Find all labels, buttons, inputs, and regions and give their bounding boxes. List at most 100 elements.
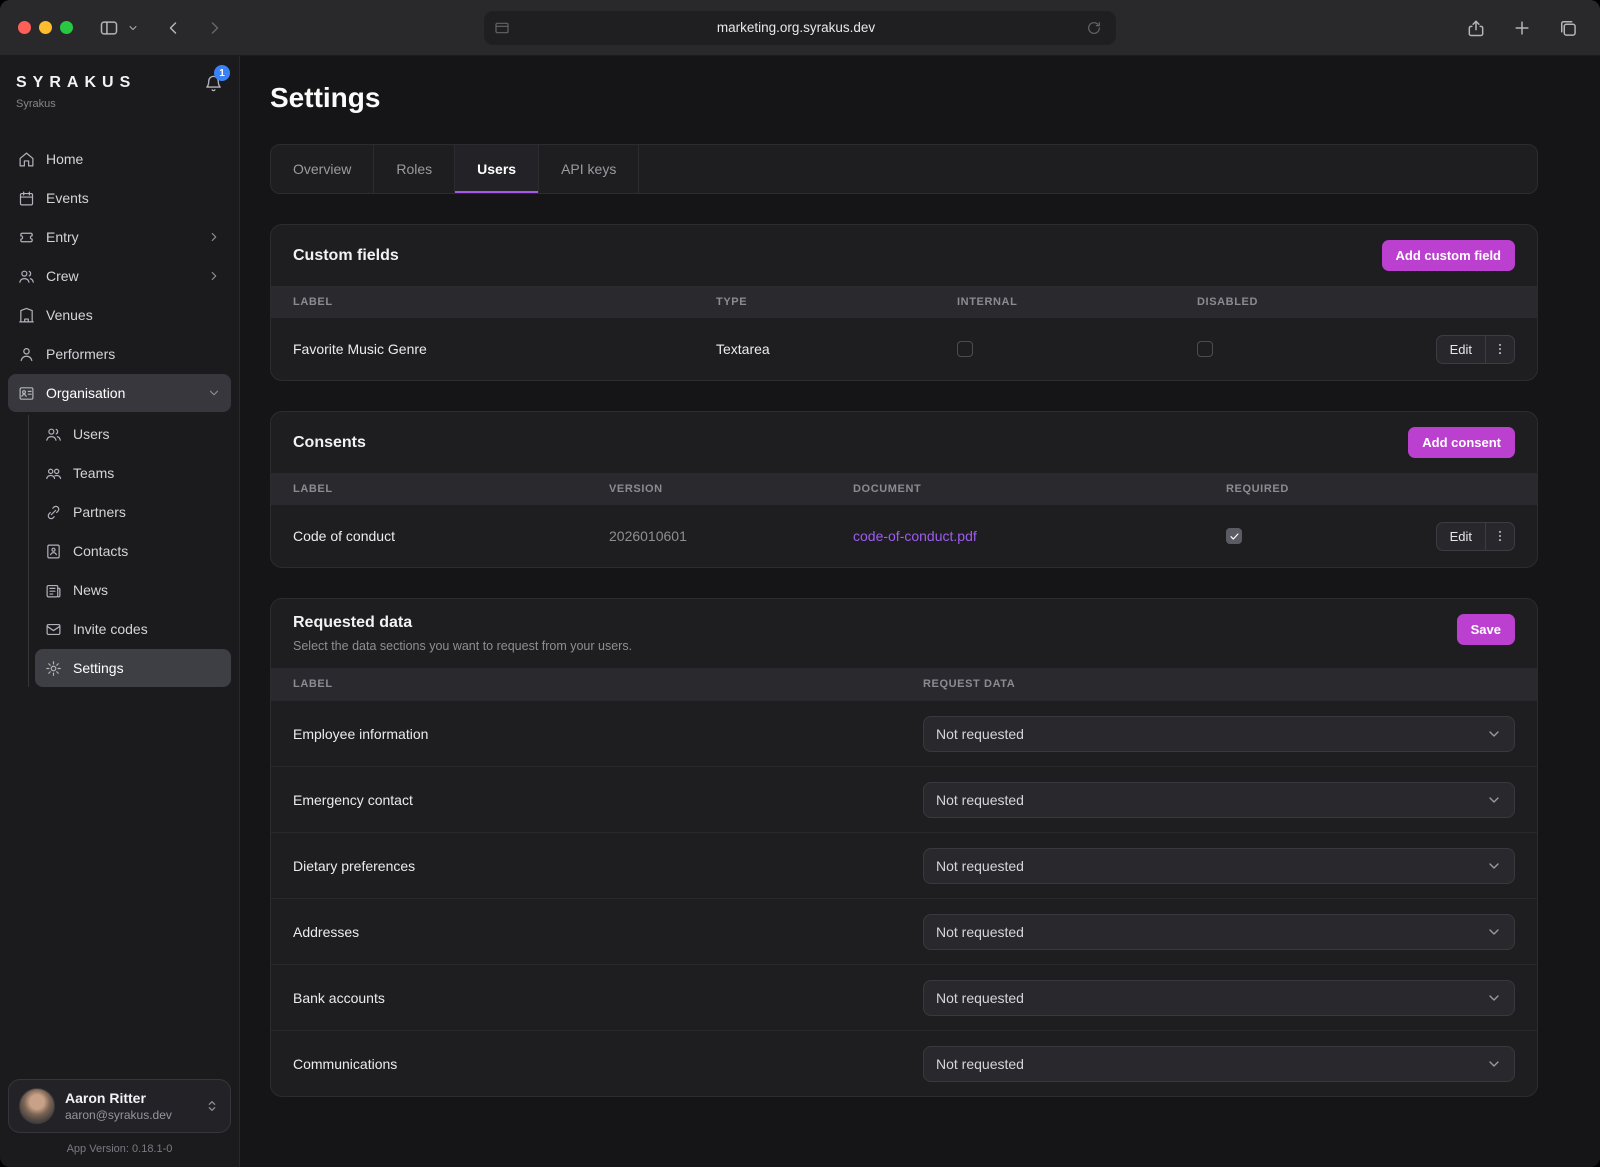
back-button[interactable] bbox=[159, 14, 187, 42]
tab-label: Overview bbox=[293, 161, 351, 177]
tabs-icon bbox=[1558, 18, 1578, 38]
share-button[interactable] bbox=[1462, 14, 1490, 42]
mail-icon bbox=[45, 621, 62, 638]
share-icon bbox=[1466, 18, 1486, 38]
sidebar-item-partners[interactable]: Partners bbox=[35, 493, 231, 531]
row-menu-button[interactable] bbox=[1486, 336, 1514, 363]
browser-window: marketing.org.syrakus.dev SYRAKUS Syraku bbox=[0, 0, 1600, 1167]
contact-book-icon bbox=[45, 543, 62, 560]
sidebar-item-settings[interactable]: Settings bbox=[35, 649, 231, 687]
sidebar-item-contacts[interactable]: Contacts bbox=[35, 532, 231, 570]
sidebar-item-users[interactable]: Users bbox=[35, 415, 231, 453]
forward-button[interactable] bbox=[201, 14, 229, 42]
tab-users[interactable]: Users bbox=[455, 145, 539, 193]
page-icon bbox=[494, 20, 510, 36]
bank-accounts-select[interactable]: Not requested bbox=[923, 980, 1515, 1016]
kebab-icon bbox=[1493, 342, 1507, 356]
building-icon bbox=[18, 307, 35, 324]
requested-data-subtitle: Select the data sections you want to req… bbox=[293, 639, 632, 653]
save-button[interactable]: Save bbox=[1457, 614, 1515, 645]
reload-icon bbox=[1086, 20, 1102, 36]
table-row: Dietary preferences Not requested bbox=[271, 832, 1537, 898]
custom-fields-title: Custom fields bbox=[293, 247, 399, 265]
request-row-label: Emergency contact bbox=[293, 792, 923, 808]
consent-label: Code of conduct bbox=[293, 528, 609, 544]
sidebar-menu-button[interactable] bbox=[123, 18, 143, 38]
home-icon bbox=[18, 151, 35, 168]
app-version: App Version: 0.18.1-0 bbox=[8, 1133, 231, 1159]
requested-data-table-header: LABEL REQUEST DATA bbox=[271, 668, 1537, 700]
employee-information-select[interactable]: Not requested bbox=[923, 716, 1515, 752]
emergency-contact-select[interactable]: Not requested bbox=[923, 782, 1515, 818]
select-value: Not requested bbox=[936, 1056, 1486, 1072]
table-row: Employee information Not requested bbox=[271, 700, 1537, 766]
org-name: Syrakus bbox=[16, 92, 136, 110]
request-row-label: Bank accounts bbox=[293, 990, 923, 1006]
users-icon bbox=[45, 426, 62, 443]
edit-button[interactable]: Edit bbox=[1437, 336, 1486, 363]
settings-tabs: Overview Roles Users API keys bbox=[270, 144, 1538, 194]
chevron-left-icon bbox=[163, 18, 183, 38]
organisation-subnav: Users Teams Partners Contacts bbox=[28, 415, 231, 687]
sidebar-item-organisation[interactable]: Organisation bbox=[8, 374, 231, 412]
address-bar[interactable]: marketing.org.syrakus.dev bbox=[484, 11, 1116, 45]
close-window-button[interactable] bbox=[18, 21, 31, 34]
ticket-icon bbox=[18, 229, 35, 246]
sidebar-item-invite-codes[interactable]: Invite codes bbox=[35, 610, 231, 648]
sidebar-item-label: Venues bbox=[46, 307, 93, 323]
sidebar-item-label: Events bbox=[46, 190, 89, 206]
requested-data-card: Requested data Select the data sections … bbox=[270, 598, 1538, 1097]
app-logo: SYRAKUS bbox=[16, 74, 136, 92]
sidebar-toggle-button[interactable] bbox=[95, 14, 123, 42]
sidebar-item-venues[interactable]: Venues bbox=[8, 296, 231, 334]
required-checkbox[interactable] bbox=[1226, 528, 1242, 544]
consent-document-link[interactable]: code-of-conduct.pdf bbox=[853, 528, 977, 544]
user-menu[interactable]: Aaron Ritter aaron@syrakus.dev bbox=[8, 1079, 231, 1133]
tab-overview-button[interactable] bbox=[1554, 14, 1582, 42]
table-row: Bank accounts Not requested bbox=[271, 964, 1537, 1030]
column-header-label: LABEL bbox=[293, 296, 716, 308]
edit-button[interactable]: Edit bbox=[1437, 523, 1486, 550]
communications-select[interactable]: Not requested bbox=[923, 1046, 1515, 1082]
main-content: Settings Overview Roles Users API keys C… bbox=[240, 56, 1600, 1167]
request-row-label: Communications bbox=[293, 1056, 923, 1072]
tab-overview[interactable]: Overview bbox=[271, 145, 374, 193]
column-header-internal: INTERNAL bbox=[957, 296, 1197, 308]
tab-api-keys[interactable]: API keys bbox=[539, 145, 639, 193]
row-actions: Edit bbox=[1436, 335, 1515, 364]
sidebar-item-crew[interactable]: Crew bbox=[8, 257, 231, 295]
sidebar-item-label: Organisation bbox=[46, 385, 125, 401]
notifications-button[interactable]: 1 bbox=[204, 74, 223, 98]
sidebar-item-performers[interactable]: Performers bbox=[8, 335, 231, 373]
sidebar-item-home[interactable]: Home bbox=[8, 140, 231, 178]
select-value: Not requested bbox=[936, 858, 1486, 874]
sidebar-item-label: News bbox=[73, 582, 108, 598]
kebab-icon bbox=[1493, 529, 1507, 543]
sidebar-item-entry[interactable]: Entry bbox=[8, 218, 231, 256]
dietary-preferences-select[interactable]: Not requested bbox=[923, 848, 1515, 884]
minimize-window-button[interactable] bbox=[39, 21, 52, 34]
select-value: Not requested bbox=[936, 792, 1486, 808]
zoom-window-button[interactable] bbox=[60, 21, 73, 34]
sidebar-item-news[interactable]: News bbox=[35, 571, 231, 609]
disabled-checkbox[interactable] bbox=[1197, 341, 1213, 357]
request-row-label: Employee information bbox=[293, 726, 923, 742]
internal-checkbox[interactable] bbox=[957, 341, 973, 357]
sidebar-item-events[interactable]: Events bbox=[8, 179, 231, 217]
chevron-down-icon bbox=[1486, 792, 1502, 808]
browser-toolbar: marketing.org.syrakus.dev bbox=[0, 0, 1600, 56]
sidebar-item-label: Settings bbox=[73, 660, 124, 676]
add-consent-button[interactable]: Add consent bbox=[1408, 427, 1515, 458]
row-menu-button[interactable] bbox=[1486, 523, 1514, 550]
addresses-select[interactable]: Not requested bbox=[923, 914, 1515, 950]
add-custom-field-button[interactable]: Add custom field bbox=[1382, 240, 1515, 271]
people-icon bbox=[18, 268, 35, 285]
sidebar-item-teams[interactable]: Teams bbox=[35, 454, 231, 492]
column-header-document: DOCUMENT bbox=[853, 483, 1226, 495]
sidebar-nav: Home Events Entry Crew bbox=[8, 140, 231, 687]
tab-label: Users bbox=[477, 161, 516, 177]
column-header-required: REQUIRED bbox=[1226, 483, 1395, 495]
tab-roles[interactable]: Roles bbox=[374, 145, 455, 193]
new-tab-button[interactable] bbox=[1508, 14, 1536, 42]
reload-button[interactable] bbox=[1082, 16, 1106, 40]
